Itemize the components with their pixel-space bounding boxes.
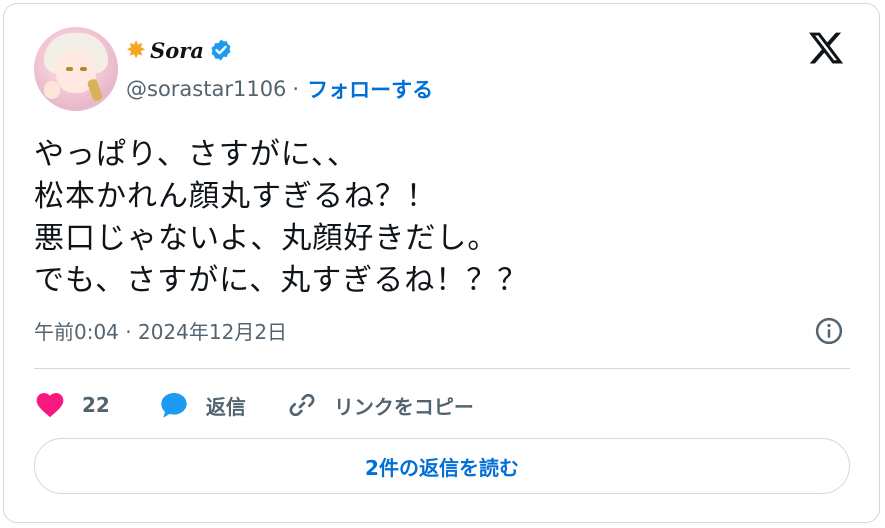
reply-button[interactable]: 返信 [158,389,246,421]
link-icon [289,393,315,417]
verified-badge-icon [211,39,231,61]
copy-link-button[interactable]: リンクをコピー [286,389,474,421]
read-replies-label: 2件の返信を読む [365,455,519,480]
avatar[interactable] [34,27,118,111]
author-handle-row: @sorastar1106 · フォローする [126,74,433,104]
avatar-eye [80,67,87,71]
heart-icon [36,393,64,418]
tweet-text-line: やっぱり、さすがに、、 [34,137,358,172]
reply-label: 返信 [205,394,246,419]
follow-button[interactable]: フォローする [307,74,433,104]
tweet-text-line: 松本かれん顔丸すぎるね？！ [34,179,437,214]
author-display-name[interactable]: Sora [150,38,204,63]
copy-link-label: リンクをコピー [333,394,474,419]
tweet-text: やっぱり、さすがに、、 松本かれん顔丸すぎるね？！ 悪口じゃないよ、丸顔好きだし… [34,134,528,302]
like-button[interactable]: 22 [34,389,110,421]
avatar-hand [44,81,60,99]
avatar-eye [66,67,73,71]
tweet-text-line: でも、さすがに、丸すぎるね！？？ [34,263,529,298]
divider [34,368,850,369]
x-logo-icon[interactable] [807,29,845,67]
tweet-actions: 22 返信 リンクをコピー [34,385,514,425]
like-count: 22 [82,393,110,417]
star-icon: ✸ [126,36,147,64]
read-replies-button[interactable]: 2件の返信を読む [34,438,850,494]
reply-bubble-icon [161,393,187,418]
info-icon[interactable] [814,316,844,346]
author-name-row[interactable]: ✸ Sora [126,33,233,67]
handle-separator: · [292,77,300,101]
tweet-text-line: 悪口じゃないよ、丸顔好きだし。 [34,221,499,256]
tweet-timestamp[interactable]: 午前0:04 · 2024年12月2日 [34,316,287,345]
avatar-microphone [86,77,104,103]
author-handle[interactable]: @sorastar1106 [126,77,286,101]
